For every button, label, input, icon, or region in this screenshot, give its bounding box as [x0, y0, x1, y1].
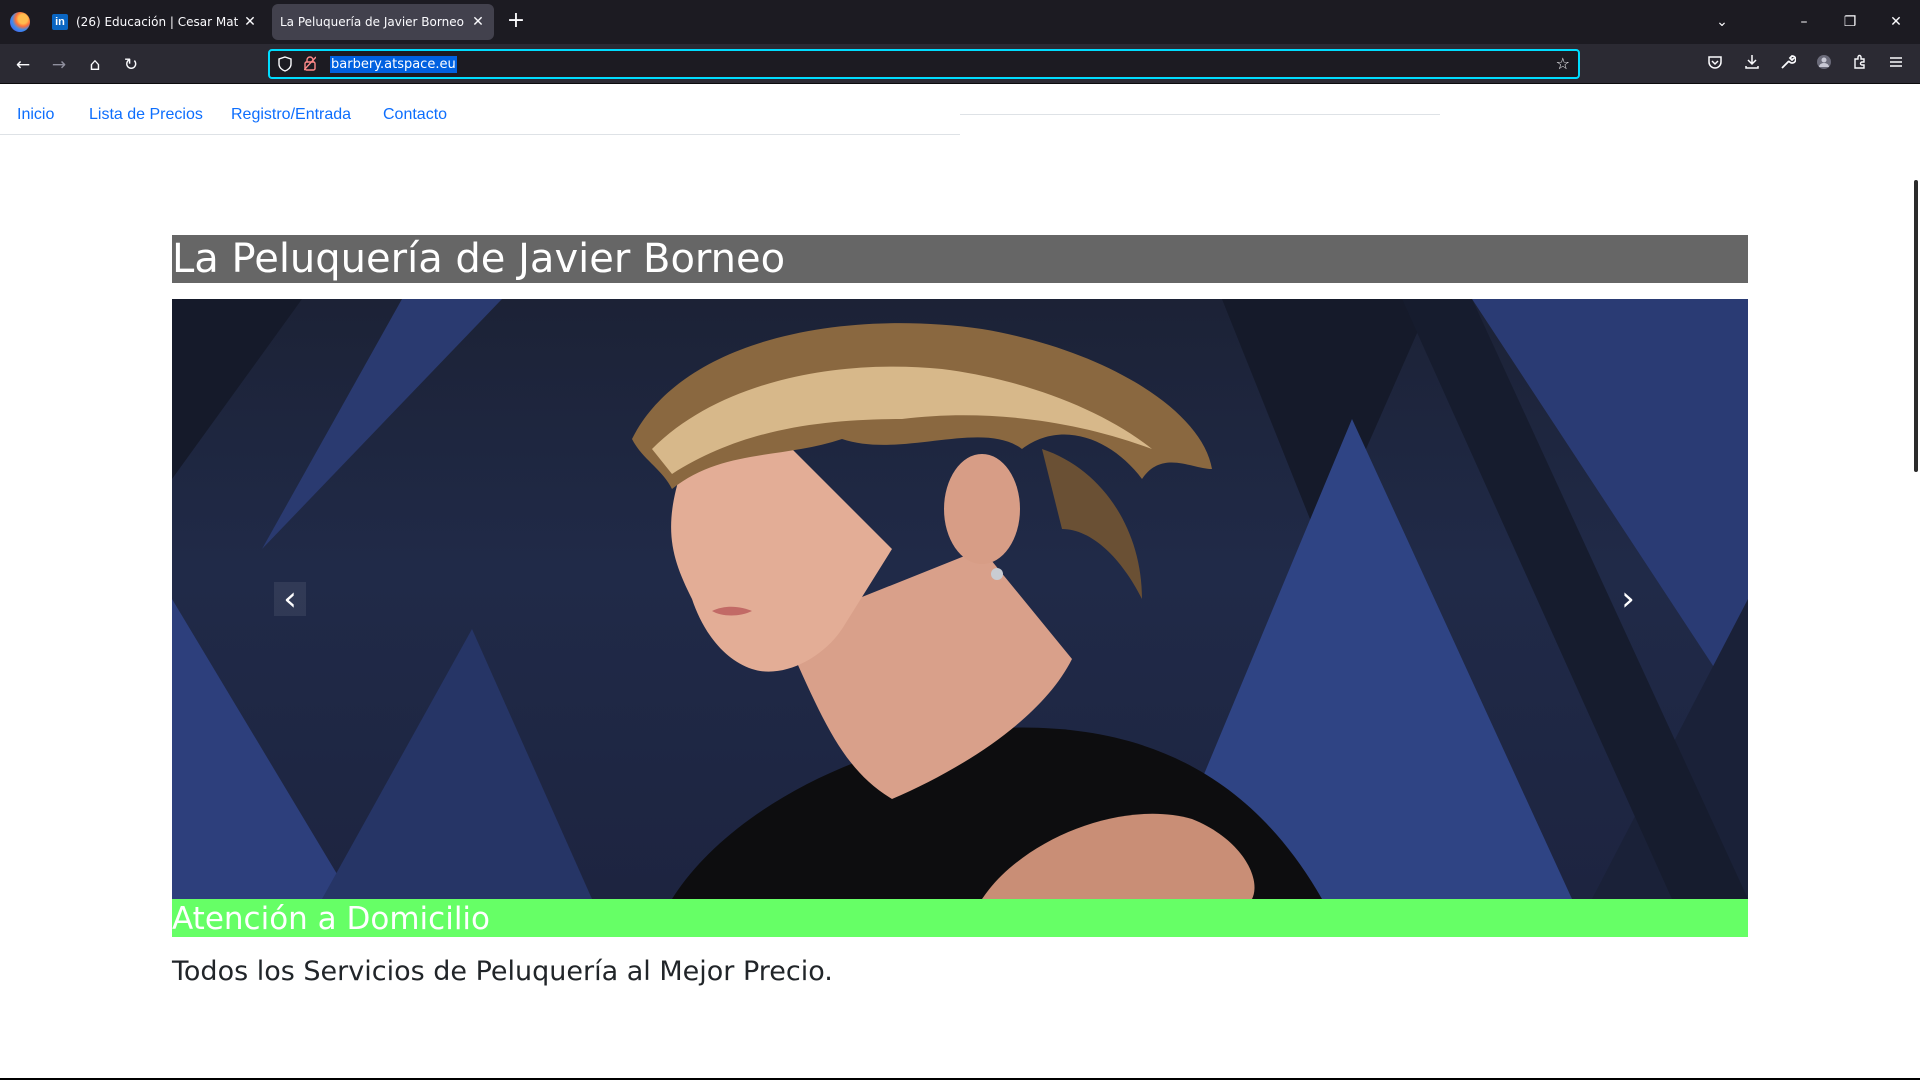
tab-title: La Peluquería de Javier Borneo - Pá	[280, 15, 466, 29]
download-icon[interactable]	[1739, 52, 1765, 78]
back-button[interactable]: ←	[10, 52, 36, 78]
carousel-prev-button[interactable]: ‹	[274, 582, 306, 616]
extensions-icon[interactable]	[1847, 52, 1873, 78]
nav-link-contacto[interactable]: Contacto	[383, 106, 447, 124]
extension-avatar-icon[interactable]	[1811, 52, 1837, 78]
tab-peluqueria[interactable]: La Peluquería de Javier Borneo - Pá ✕	[272, 4, 494, 40]
close-window-button[interactable]: ✕	[1884, 10, 1908, 34]
tab-close-icon[interactable]: ✕	[470, 14, 486, 30]
site-navbar: Inicio Lista de Precios Registro/Entrada…	[0, 85, 960, 135]
page-content: Inicio Lista de Precios Registro/Entrada…	[0, 85, 1920, 1080]
firefox-icon[interactable]	[10, 12, 30, 32]
portrait-photo	[632, 323, 1322, 899]
reload-button[interactable]: ↻	[118, 52, 144, 78]
list-all-tabs-icon[interactable]: ⌄	[1710, 10, 1734, 34]
divider	[960, 114, 1440, 115]
tracking-protection-shield-icon[interactable]	[278, 56, 294, 72]
url-text[interactable]: barbery.atspace.eu	[330, 56, 457, 73]
url-bar[interactable]: barbery.atspace.eu ☆	[268, 49, 1580, 79]
new-tab-button[interactable]: +	[504, 10, 528, 34]
nav-link-inicio[interactable]: Inicio	[17, 106, 54, 124]
tab-close-icon[interactable]: ✕	[242, 14, 258, 30]
carousel-next-button[interactable]: ›	[1612, 582, 1644, 616]
tagline: Todos los Servicios de Peluquería al Mej…	[172, 956, 833, 987]
page-title: La Peluquería de Javier Borneo	[172, 235, 1748, 283]
minimize-button[interactable]: –	[1792, 10, 1816, 34]
nav-link-registro-entrada[interactable]: Registro/Entrada	[231, 106, 351, 124]
forward-button[interactable]: →	[46, 52, 72, 78]
navigation-toolbar: ← → ⌂ ↻ barbery.atspace.eu ☆	[0, 44, 1920, 84]
home-service-banner: Atención a Domicilio	[172, 899, 1748, 937]
tab-bar: in (26) Educación | Cesar Matelat ✕ La P…	[0, 0, 1920, 44]
bookmark-star-icon[interactable]: ☆	[1556, 54, 1570, 73]
home-button[interactable]: ⌂	[82, 52, 108, 78]
insecure-lock-icon[interactable]	[303, 56, 320, 72]
restore-button[interactable]: ❐	[1838, 10, 1862, 34]
linkedin-icon: in	[52, 14, 68, 30]
tab-title: (26) Educación | Cesar Matelat	[76, 15, 238, 29]
wrench-icon[interactable]	[1775, 52, 1801, 78]
pocket-icon[interactable]	[1702, 52, 1728, 78]
image-carousel[interactable]: ‹ ›	[172, 299, 1748, 899]
tab-linkedin[interactable]: in (26) Educación | Cesar Matelat ✕	[44, 4, 266, 40]
nav-link-lista-de-precios[interactable]: Lista de Precios	[89, 106, 203, 124]
menu-icon[interactable]	[1883, 52, 1909, 78]
scrollbar-thumb[interactable]	[1914, 180, 1918, 472]
